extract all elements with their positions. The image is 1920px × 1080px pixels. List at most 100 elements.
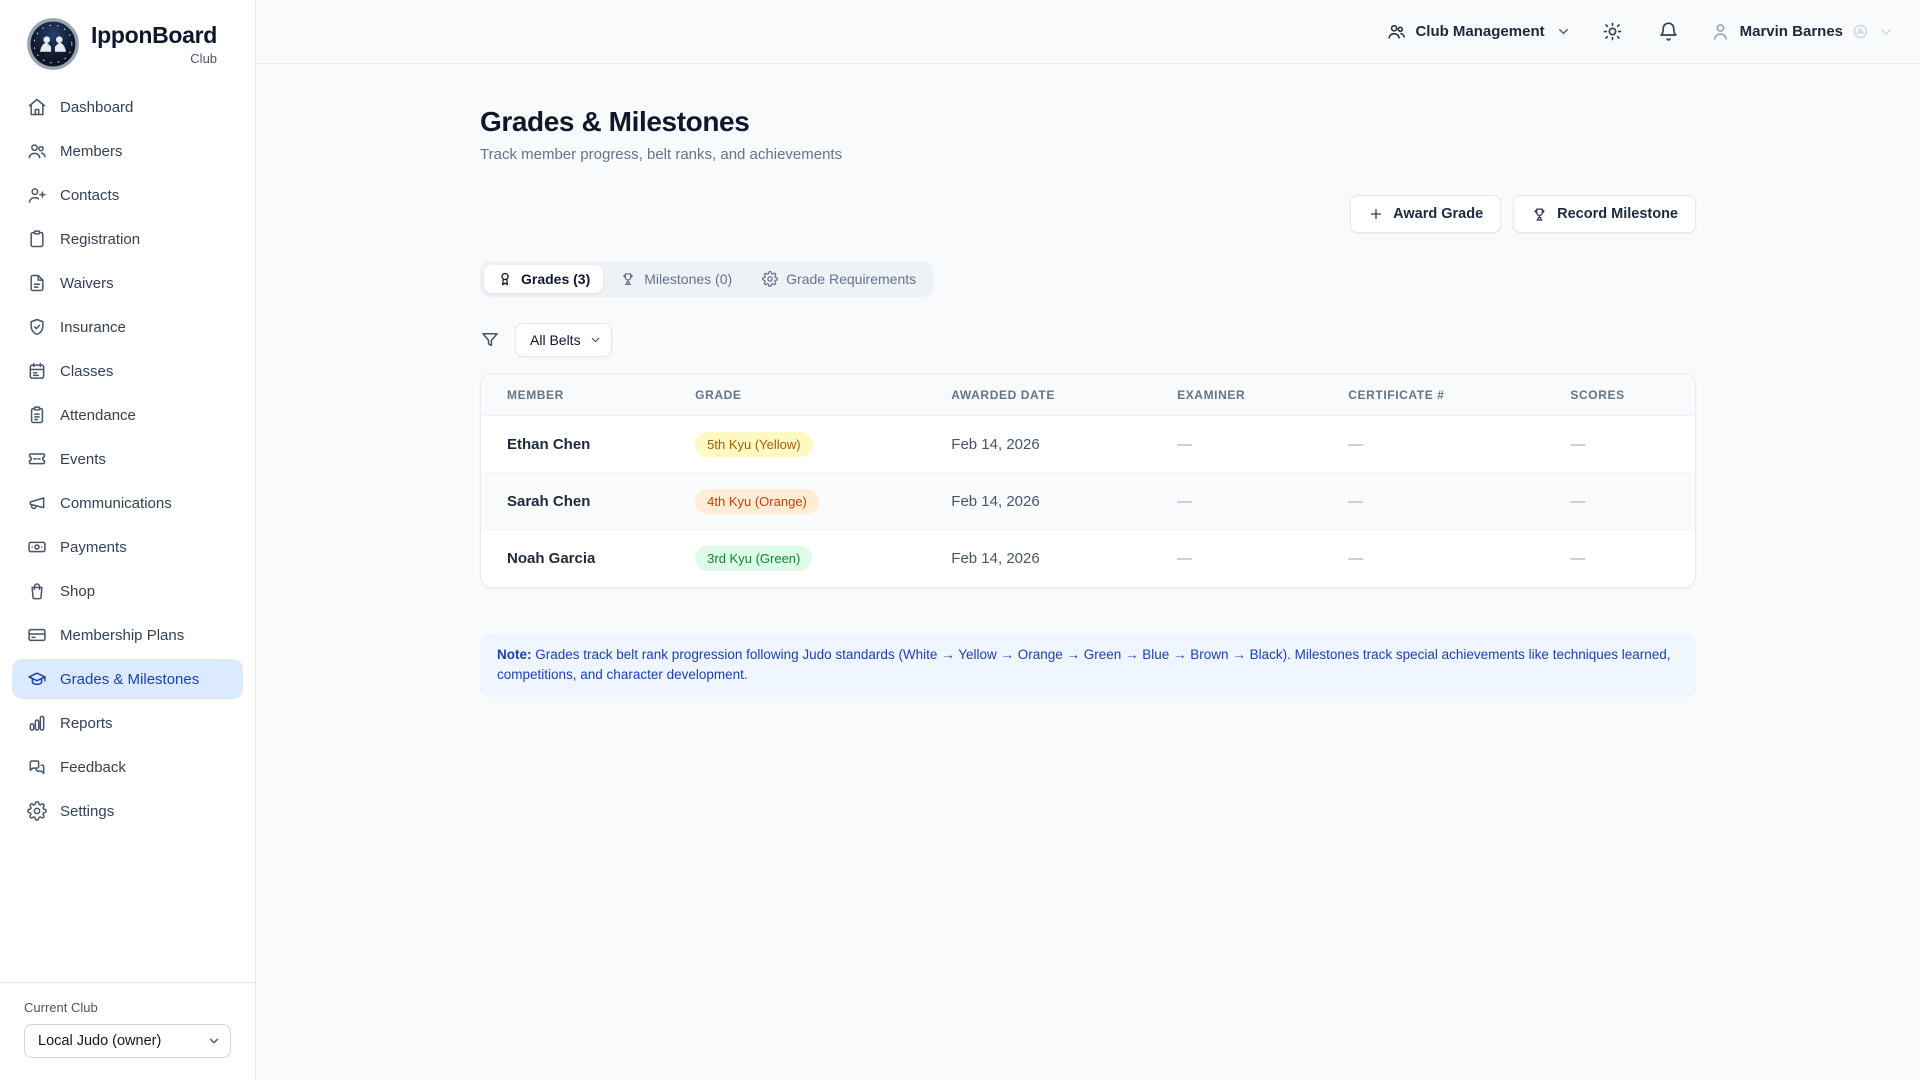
grade-badge: 3rd Kyu (Green) bbox=[695, 546, 812, 571]
sidebar-item-contacts[interactable]: Contacts bbox=[12, 175, 243, 215]
shield-check-icon bbox=[27, 317, 47, 337]
gear-icon bbox=[762, 271, 778, 287]
certificate-value: — bbox=[1322, 530, 1544, 587]
trophy-icon bbox=[620, 271, 636, 287]
award-icon bbox=[497, 271, 513, 287]
column-header-examiner: Examiner bbox=[1151, 374, 1322, 416]
clipboard-list-icon bbox=[27, 405, 47, 425]
examiner-value: — bbox=[1151, 416, 1322, 473]
club-management-menu[interactable]: Club Management bbox=[1387, 22, 1570, 41]
belt-filter-select[interactable]: All Belts bbox=[515, 323, 612, 357]
sidebar-item-grades-milestones[interactable]: Grades & Milestones bbox=[12, 659, 243, 699]
info-note: Note: Grades track belt rank progression… bbox=[480, 634, 1696, 698]
grade-badge: 4th Kyu (Orange) bbox=[695, 489, 819, 514]
sidebar-item-communications[interactable]: Communications bbox=[12, 483, 243, 523]
scores-value: — bbox=[1544, 473, 1695, 530]
sidebar-item-label: Events bbox=[60, 451, 106, 468]
sidebar-item-label: Grades & Milestones bbox=[60, 671, 199, 688]
award-grade-button[interactable]: Award Grade bbox=[1350, 195, 1501, 233]
sidebar-item-label: Communications bbox=[60, 495, 172, 512]
shopping-bag-icon bbox=[27, 581, 47, 601]
sidebar-item-membership-plans[interactable]: Membership Plans bbox=[12, 615, 243, 655]
user-menu[interactable]: Marvin Barnes bbox=[1710, 21, 1894, 42]
column-header-scores: Scores bbox=[1544, 374, 1695, 416]
credit-card-icon bbox=[27, 625, 47, 645]
ticket-icon bbox=[27, 449, 47, 469]
member-name: Sarah Chen bbox=[481, 473, 669, 530]
table-row[interactable]: Sarah Chen 4th Kyu (Orange) Feb 14, 2026… bbox=[481, 473, 1695, 530]
scores-value: — bbox=[1544, 530, 1695, 587]
club-management-label: Club Management bbox=[1415, 23, 1544, 40]
column-header-awarded-date: Awarded Date bbox=[925, 374, 1151, 416]
tab-grade-requirements[interactable]: Grade Requirements bbox=[749, 265, 929, 293]
main-area: Club Management Marvin Barnes Grades & M… bbox=[256, 0, 1920, 1080]
theme-toggle-button[interactable] bbox=[1598, 17, 1627, 46]
tab-grade-requirements-label: Grade Requirements bbox=[786, 271, 916, 287]
tab-milestones[interactable]: Milestones (0) bbox=[607, 265, 745, 293]
note-body: Grades track belt rank progression follo… bbox=[497, 647, 1671, 683]
clipboard-icon bbox=[27, 229, 47, 249]
content-scroll[interactable]: Grades & Milestones Track member progres… bbox=[256, 64, 1920, 1080]
users-icon bbox=[1387, 22, 1406, 41]
sidebar-item-shop[interactable]: Shop bbox=[12, 571, 243, 611]
column-header-certificate: Certificate # bbox=[1322, 374, 1544, 416]
column-header-grade: Grade bbox=[669, 374, 925, 416]
sidebar-item-insurance[interactable]: Insurance bbox=[12, 307, 243, 347]
sidebar-item-members[interactable]: Members bbox=[12, 131, 243, 171]
sidebar-item-attendance[interactable]: Attendance bbox=[12, 395, 243, 435]
certificate-value: — bbox=[1322, 473, 1544, 530]
users-icon bbox=[27, 141, 47, 161]
tab-milestones-label: Milestones (0) bbox=[644, 271, 732, 287]
plus-icon bbox=[1368, 206, 1384, 222]
sidebar-item-registration[interactable]: Registration bbox=[12, 219, 243, 259]
notifications-button[interactable] bbox=[1654, 17, 1683, 46]
sidebar-item-label: Registration bbox=[60, 231, 140, 248]
feedback-icon bbox=[27, 757, 47, 777]
sidebar-item-label: Contacts bbox=[60, 187, 119, 204]
user-icon bbox=[1710, 21, 1731, 42]
sidebar-item-events[interactable]: Events bbox=[12, 439, 243, 479]
current-club-select[interactable]: Local Judo (owner) bbox=[24, 1024, 231, 1058]
filter-icon bbox=[480, 330, 500, 350]
tab-grades-label: Grades (3) bbox=[521, 271, 590, 287]
sidebar-footer: Current Club Local Judo (owner) bbox=[0, 982, 255, 1080]
current-club-label: Current Club bbox=[24, 1000, 231, 1015]
sidebar-item-feedback[interactable]: Feedback bbox=[12, 747, 243, 787]
sidebar-item-label: Membership Plans bbox=[60, 627, 184, 644]
table-row[interactable]: Noah Garcia 3rd Kyu (Green) Feb 14, 2026… bbox=[481, 530, 1695, 587]
club-logo-icon bbox=[26, 17, 80, 71]
grade-badge: 5th Kyu (Yellow) bbox=[695, 432, 812, 457]
sidebar-item-label: Attendance bbox=[60, 407, 136, 424]
sidebar-item-label: Reports bbox=[60, 715, 113, 732]
app-root: IpponBoard Club Dashboard Members Contac… bbox=[0, 0, 1920, 1080]
banknote-icon bbox=[27, 537, 47, 557]
record-milestone-button[interactable]: Record Milestone bbox=[1513, 195, 1696, 233]
sidebar-item-settings[interactable]: Settings bbox=[12, 791, 243, 831]
column-header-member: Member bbox=[481, 374, 669, 416]
grades-table: Member Grade Awarded Date Examiner Certi… bbox=[480, 373, 1696, 588]
awarded-date: Feb 14, 2026 bbox=[925, 473, 1151, 530]
app-subtitle: Club bbox=[91, 51, 217, 66]
sidebar-item-classes[interactable]: Classes bbox=[12, 351, 243, 391]
sidebar-item-label: Payments bbox=[60, 539, 127, 556]
user-name: Marvin Barnes bbox=[1740, 23, 1843, 40]
app-title: IpponBoard bbox=[91, 22, 217, 49]
sidebar-nav: Dashboard Members Contacts Registration … bbox=[0, 85, 255, 837]
note-label: Note: bbox=[497, 647, 532, 662]
table-row[interactable]: Ethan Chen 5th Kyu (Yellow) Feb 14, 2026… bbox=[481, 416, 1695, 473]
filter-row: All Belts bbox=[480, 323, 1696, 357]
sidebar-item-dashboard[interactable]: Dashboard bbox=[12, 87, 243, 127]
sidebar-item-waivers[interactable]: Waivers bbox=[12, 263, 243, 303]
megaphone-icon bbox=[27, 493, 47, 513]
sidebar-item-reports[interactable]: Reports bbox=[12, 703, 243, 743]
sun-icon bbox=[1602, 21, 1623, 42]
page-title: Grades & Milestones bbox=[480, 106, 1696, 138]
sidebar-item-label: Dashboard bbox=[60, 99, 133, 116]
awarded-date: Feb 14, 2026 bbox=[925, 530, 1151, 587]
sidebar-item-label: Settings bbox=[60, 803, 114, 820]
sidebar-item-payments[interactable]: Payments bbox=[12, 527, 243, 567]
graduation-cap-icon bbox=[27, 669, 47, 689]
page-subtitle: Track member progress, belt ranks, and a… bbox=[480, 146, 1696, 163]
tab-grades[interactable]: Grades (3) bbox=[484, 265, 603, 293]
sidebar-item-label: Classes bbox=[60, 363, 113, 380]
